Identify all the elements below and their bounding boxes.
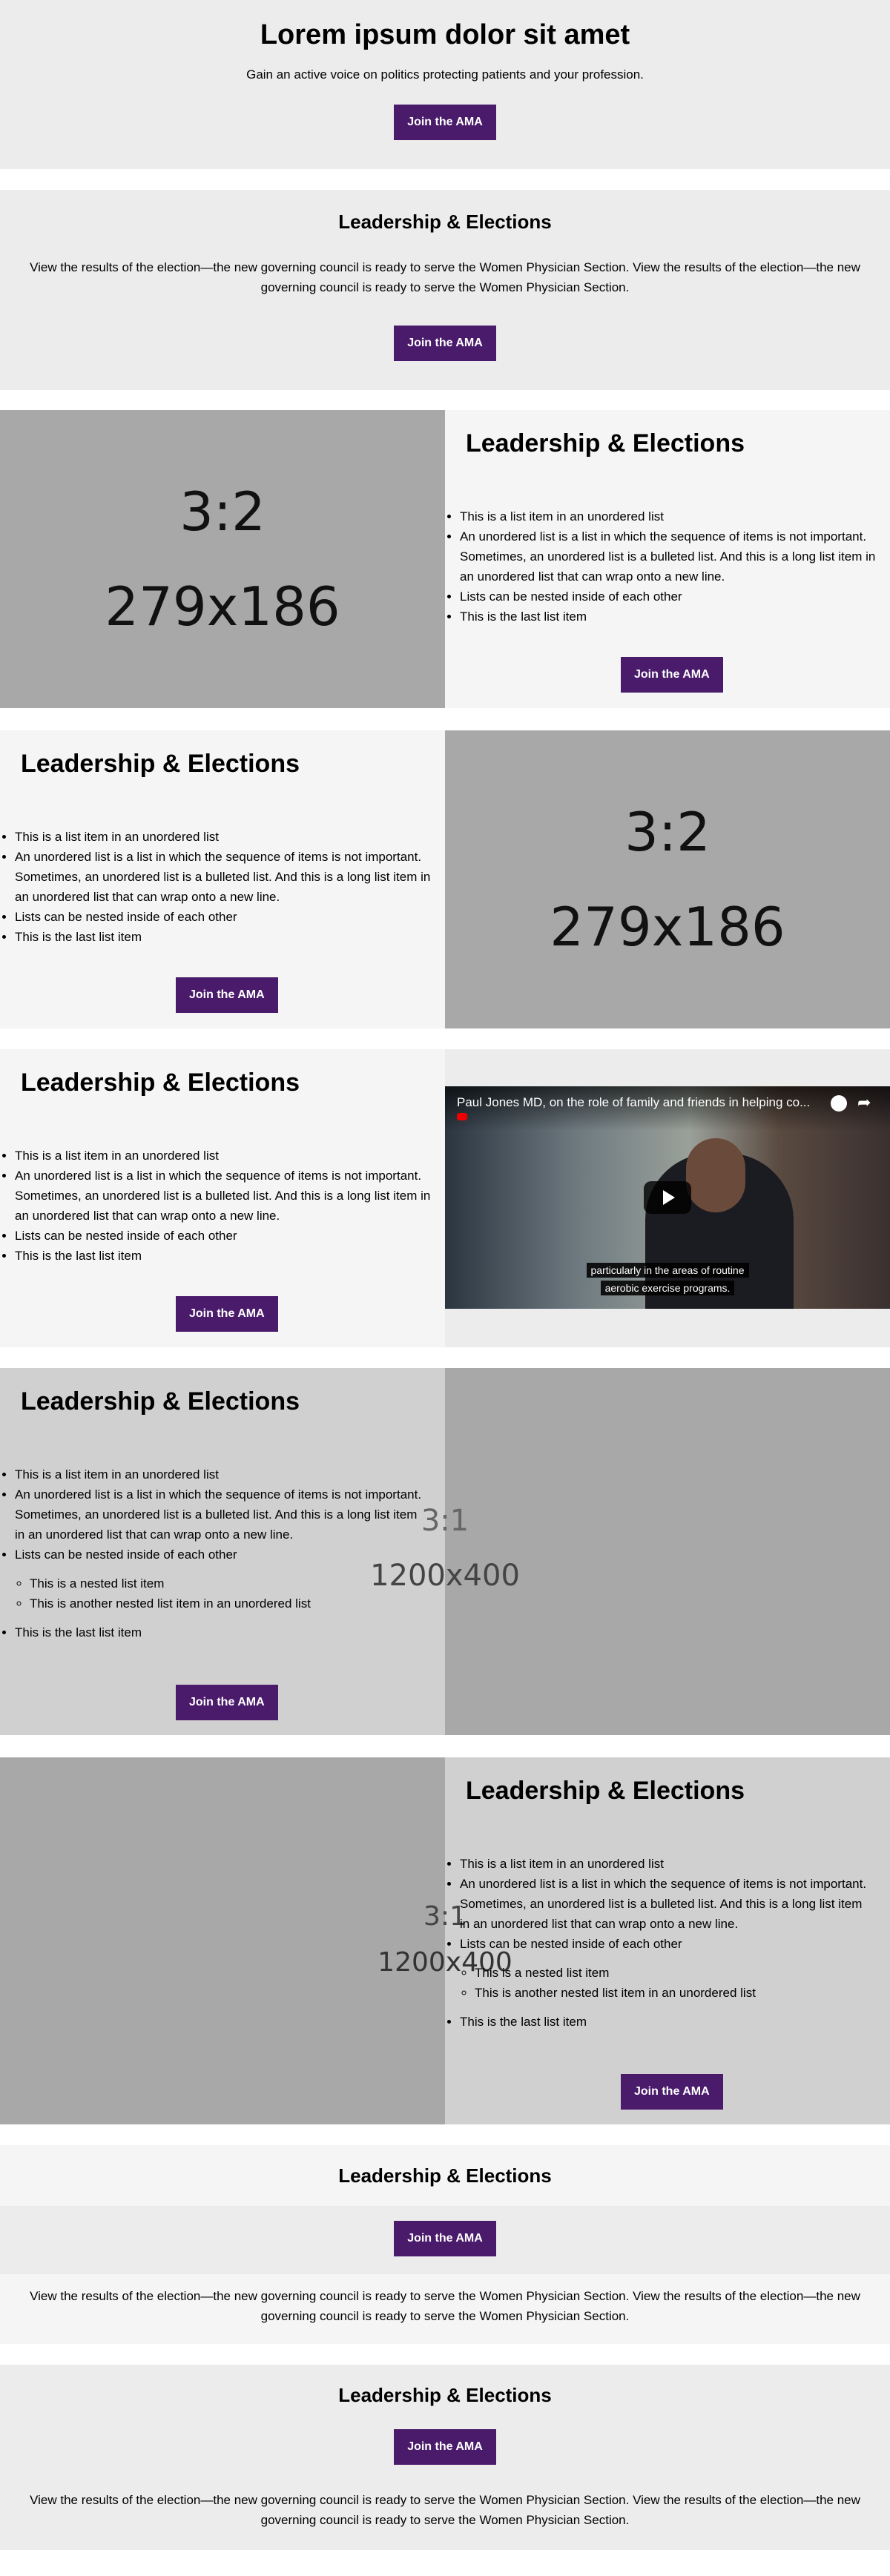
list-item: This is a list item in an unordered list (15, 1146, 441, 1166)
join-button[interactable]: Join the AMA (176, 1685, 278, 1720)
video-player[interactable]: Paul Jones MD, on the role of family and… (445, 1086, 890, 1309)
face-shape (686, 1138, 745, 1212)
list-item: This is a list item in an unordered list (460, 1854, 871, 1874)
caption-line: aerobic exercise programs. (600, 1281, 735, 1295)
placeholder-ratio: 3:2 (624, 801, 711, 863)
list-item: Lists can be nested inside of each other (460, 1934, 871, 1954)
list-item: An unordered list is a list in which the… (15, 847, 441, 907)
image-list-section: 3:2 279x186 Leadership & Elections This … (0, 410, 890, 708)
hero-section: Lorem ipsum dolor sit amet Gain an activ… (0, 0, 890, 169)
elections-text-section: Leadership & Elections View the results … (0, 190, 890, 390)
unordered-list: This is a list item in an unordered list… (445, 1854, 871, 1954)
list-item: This is the last list item (15, 1246, 441, 1266)
placeholder-image (0, 1757, 445, 2124)
list-item: An unordered list is a list in which the… (15, 1166, 441, 1226)
share-icon[interactable]: ➦ (857, 1094, 871, 1112)
placeholder-ratio: 3:2 (179, 480, 266, 543)
section-body: View the results of the election—the new… (30, 260, 860, 294)
stacked-section: Leadership & Elections Join the AMA View… (0, 2145, 890, 2344)
caption-line: particularly in the areas of routine (586, 1263, 749, 1278)
elections-button-text-section: Leadership & Elections Join the AMA View… (0, 2365, 890, 2550)
list-item: Lists can be nested inside of each other (460, 587, 886, 607)
list-item: This is the last list item (15, 1622, 426, 1642)
list-item: This is the last list item (15, 927, 441, 947)
placeholder-image (445, 1368, 890, 1735)
section-title: Leadership & Elections (338, 2384, 552, 2406)
section-body: View the results of the election—the new… (30, 2289, 860, 2323)
unordered-list: This is a list item in an unordered list… (0, 1146, 441, 1266)
join-button[interactable]: Join the AMA (394, 326, 496, 361)
list-item: An unordered list is a list in which the… (460, 1874, 871, 1934)
unordered-list: This is a list item in an unordered list… (445, 506, 886, 627)
play-button[interactable] (644, 1181, 691, 1214)
youtube-logo-icon (457, 1113, 467, 1120)
unordered-list: This is the last list item (445, 2012, 871, 2032)
nested-list-item: This is a nested list item (30, 1573, 426, 1594)
image-nested-list-section: 3:1 1200x400 Leadership & Elections This… (0, 1757, 890, 2124)
play-icon (663, 1190, 675, 1205)
join-button[interactable]: Join the AMA (394, 105, 496, 140)
section-title: Leadership & Elections (338, 2164, 552, 2187)
placeholder-image: 3:2 279x186 (445, 730, 890, 1028)
unordered-list: This is the last list item (0, 1622, 426, 1642)
video-title[interactable]: Paul Jones MD, on the role of family and… (457, 1095, 828, 1110)
nested-list: This is a nested list item This is anoth… (0, 1573, 426, 1614)
nested-list-item: This is another nested list item in an u… (475, 1983, 871, 2003)
section-title: Leadership & Elections (21, 1069, 300, 1097)
join-button[interactable]: Join the AMA (394, 2429, 496, 2465)
hero-title: Lorem ipsum dolor sit amet (260, 19, 630, 50)
join-button[interactable]: Join the AMA (621, 657, 723, 693)
list-item: An unordered list is a list in which the… (15, 1484, 426, 1545)
join-button[interactable]: Join the AMA (394, 2221, 496, 2256)
section-title: Leadership & Elections (21, 1387, 300, 1416)
list-item: Lists can be nested inside of each other (15, 907, 441, 927)
nested-list: This is a nested list item This is anoth… (445, 1963, 871, 2003)
list-item: An unordered list is a list in which the… (460, 526, 886, 587)
section-title: Leadership & Elections (338, 211, 552, 233)
section-title: Leadership & Elections (21, 750, 300, 778)
placeholder-size: 279x186 (105, 575, 340, 638)
list-video-section: Leadership & Elections This is a list it… (0, 1049, 890, 1347)
section-title: Leadership & Elections (466, 429, 745, 458)
section-title: Leadership & Elections (466, 1777, 745, 1805)
nested-list-item: This is another nested list item in an u… (30, 1594, 426, 1614)
join-button[interactable]: Join the AMA (176, 1296, 278, 1332)
clock-icon[interactable] (831, 1095, 847, 1112)
placeholder-size: 279x186 (550, 896, 785, 958)
unordered-list: This is a list item in an unordered list… (0, 827, 441, 947)
hero-subtitle: Gain an active voice on politics protect… (246, 67, 644, 82)
list-item: This is a list item in an unordered list (15, 827, 441, 847)
nested-list-image-section: 3:1 1200x400 Leadership & Elections This… (0, 1368, 890, 1735)
list-item: This is a list item in an unordered list (15, 1464, 426, 1484)
nested-list-item: This is a nested list item (475, 1963, 871, 1983)
join-button[interactable]: Join the AMA (621, 2074, 723, 2110)
placeholder-image: 3:2 279x186 (0, 410, 445, 708)
list-item: Lists can be nested inside of each other (15, 1226, 441, 1246)
list-item: Lists can be nested inside of each other (15, 1545, 426, 1565)
join-button[interactable]: Join the AMA (176, 977, 278, 1013)
list-item: This is the last list item (460, 2012, 871, 2032)
list-item: This is the last list item (460, 607, 886, 627)
list-image-section: Leadership & Elections This is a list it… (0, 730, 890, 1028)
unordered-list: This is a list item in an unordered list… (0, 1464, 426, 1565)
section-body: View the results of the election—the new… (30, 2493, 860, 2527)
list-item: This is a list item in an unordered list (460, 506, 886, 526)
video-caption: particularly in the areas of routine aer… (445, 1263, 890, 1298)
